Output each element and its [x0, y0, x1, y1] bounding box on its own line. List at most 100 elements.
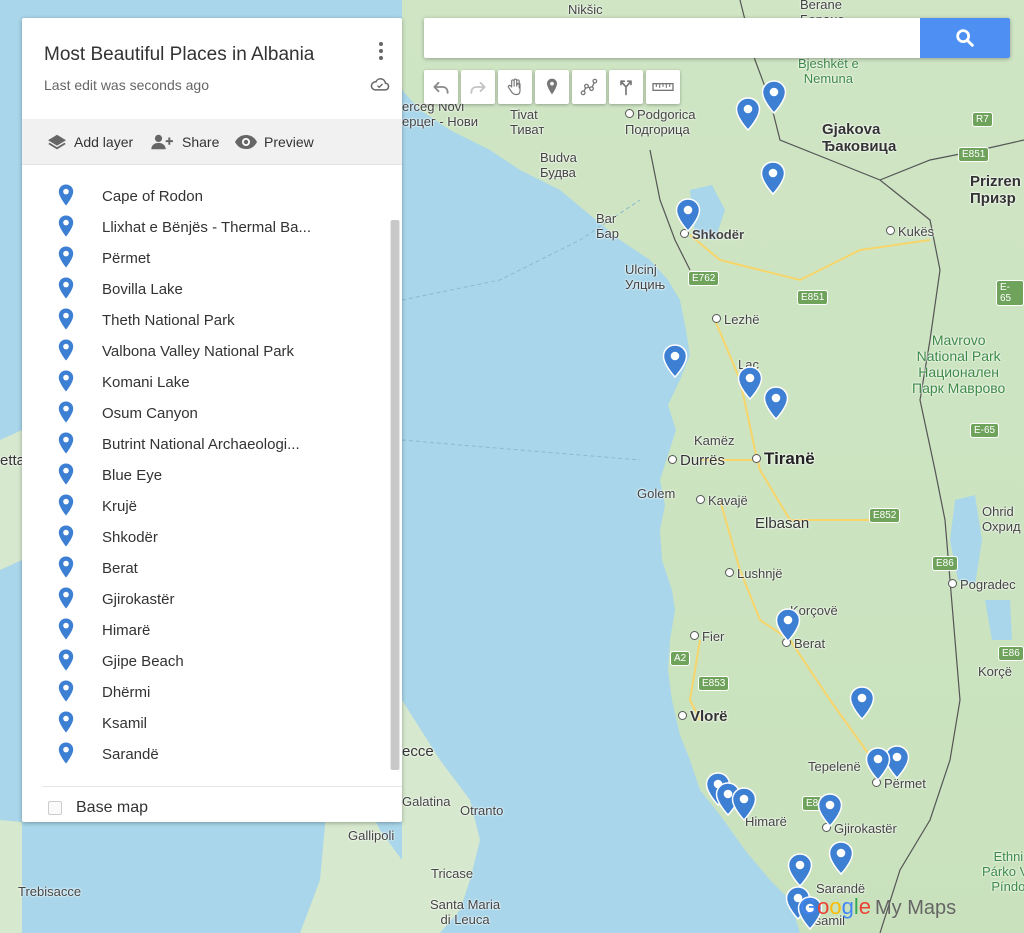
- list-item[interactable]: Bovilla Lake: [58, 276, 183, 302]
- map-label: Elbasan: [755, 515, 810, 532]
- map-label: Tepelenë: [808, 759, 861, 774]
- map-marker-icon[interactable]: [662, 344, 688, 378]
- map-marker-icon[interactable]: [763, 386, 789, 420]
- undo-button[interactable]: [424, 70, 458, 104]
- measure-button[interactable]: [646, 70, 680, 104]
- more-options-icon[interactable]: [376, 40, 386, 64]
- list-item[interactable]: Berat: [58, 555, 138, 581]
- map-marker-icon[interactable]: [761, 80, 787, 114]
- select-hand-button[interactable]: [498, 70, 532, 104]
- place-marker-icon: [58, 339, 74, 365]
- map-title[interactable]: Most Beautiful Places in Albania: [44, 44, 314, 66]
- list-item[interactable]: Sarandë: [58, 741, 159, 767]
- map-marker-icon[interactable]: [828, 841, 854, 875]
- list-item[interactable]: Llixhat e Bënjës - Thermal Ba...: [58, 214, 311, 240]
- map-marker-icon[interactable]: [775, 608, 801, 642]
- map-label: Tivat Тиват: [510, 107, 545, 137]
- list-item[interactable]: Ksamil: [58, 710, 147, 736]
- map-marker-icon[interactable]: [735, 97, 761, 131]
- map-toolbar: [424, 70, 680, 104]
- list-scrollbar[interactable]: [390, 220, 400, 770]
- list-item[interactable]: Komani Lake: [58, 369, 190, 395]
- list-item[interactable]: Cape of Rodon: [58, 183, 203, 209]
- map-marker-icon[interactable]: [731, 787, 757, 821]
- list-item[interactable]: Theth National Park: [58, 307, 235, 333]
- place-marker-icon: [58, 711, 74, 737]
- list-item[interactable]: Butrint National Archaeologi...: [58, 431, 300, 457]
- directions-button[interactable]: [609, 70, 643, 104]
- add-layer-button[interactable]: Add layer: [46, 131, 133, 153]
- preview-label: Preview: [264, 134, 314, 150]
- map-label: Galatina: [402, 794, 451, 809]
- list-item[interactable]: Blue Eye: [58, 462, 162, 488]
- place-marker-icon: [58, 742, 74, 768]
- redo-icon: [470, 81, 486, 94]
- marker-icon: [547, 78, 557, 95]
- place-name: Bovilla Lake: [102, 280, 183, 298]
- search-input[interactable]: [434, 26, 914, 50]
- map-marker-icon[interactable]: [787, 853, 813, 887]
- place-marker-icon: [58, 649, 74, 675]
- place-name: Gjirokastër: [102, 590, 175, 608]
- map-label: Gjakova Ђаковица: [822, 121, 897, 156]
- place-name: Dhërmi: [102, 683, 151, 701]
- list-item[interactable]: Gjipe Beach: [58, 648, 184, 674]
- list-item[interactable]: Valbona Valley National Park: [58, 338, 294, 364]
- map-marker-icon[interactable]: [760, 161, 786, 195]
- map-legend-panel: Most Beautiful Places in Albania Last ed…: [22, 18, 402, 822]
- list-item[interactable]: Shkodër: [58, 524, 158, 550]
- map-marker-icon[interactable]: [817, 793, 843, 827]
- search-button[interactable]: [920, 18, 1010, 58]
- map-marker-icon[interactable]: [737, 366, 763, 400]
- place-marker-icon: [58, 618, 74, 644]
- place-name: Osum Canyon: [102, 404, 198, 422]
- list-item[interactable]: Gjirokastër: [58, 586, 175, 612]
- preview-button[interactable]: Preview: [234, 131, 314, 153]
- share-button[interactable]: Share: [150, 131, 219, 153]
- list-item[interactable]: Përmet: [58, 245, 151, 271]
- map-label: Tiranë: [752, 449, 815, 469]
- road-shield: E-65: [996, 280, 1024, 306]
- list-item[interactable]: Himarë: [58, 617, 150, 643]
- place-name: Përmet: [102, 249, 151, 267]
- map-label: Santa Maria di Leuca: [430, 897, 501, 927]
- road-shield: E853: [698, 676, 730, 691]
- draw-line-button[interactable]: [572, 70, 606, 104]
- google-my-maps-logo: Google My Maps: [800, 894, 957, 919]
- add-marker-button[interactable]: [535, 70, 569, 104]
- map-label: ecce: [402, 743, 434, 760]
- road-shield: E851: [797, 290, 829, 305]
- list-item[interactable]: Krujë: [58, 493, 137, 519]
- map-label: Mavrovo National Park Национален Парк Ма…: [912, 332, 1006, 397]
- road-shield: R7: [972, 112, 993, 127]
- map-label: Kamëz: [694, 433, 735, 448]
- map-label: Kukës: [886, 224, 934, 240]
- map-marker-icon[interactable]: [865, 747, 891, 781]
- map-marker-icon[interactable]: [675, 198, 701, 232]
- map-label: Budva Будва: [540, 150, 577, 180]
- place-marker-icon: [58, 432, 74, 458]
- list-item[interactable]: Osum Canyon: [58, 400, 198, 426]
- scrollbar-thumb[interactable]: [391, 220, 399, 770]
- place-marker-icon: [58, 680, 74, 706]
- place-name: Sarandë: [102, 745, 159, 763]
- road-shield: E86: [932, 556, 958, 571]
- map-label: Fier: [690, 629, 724, 645]
- map-label: Korçë: [978, 664, 1012, 679]
- place-marker-icon: [58, 184, 74, 210]
- place-name: Butrint National Archaeologi...: [102, 435, 300, 453]
- map-label: Ethni Párko Vo Píndo: [982, 849, 1024, 894]
- place-marker-icon: [58, 308, 74, 334]
- map-label: Bar Бар: [596, 211, 619, 241]
- expand-toggle-icon[interactable]: [48, 801, 62, 815]
- map-marker-icon[interactable]: [849, 686, 875, 720]
- place-marker-icon: [58, 370, 74, 396]
- redo-button[interactable]: [461, 70, 495, 104]
- base-map-row[interactable]: Base map: [42, 786, 402, 822]
- road-shield: A2: [670, 651, 691, 666]
- map-label: Trebisacce: [18, 884, 82, 899]
- list-item[interactable]: Dhërmi: [58, 679, 151, 705]
- map-label: Ohrid Охрид: [982, 504, 1021, 534]
- place-marker-icon: [58, 587, 74, 613]
- hand-icon: [507, 78, 521, 96]
